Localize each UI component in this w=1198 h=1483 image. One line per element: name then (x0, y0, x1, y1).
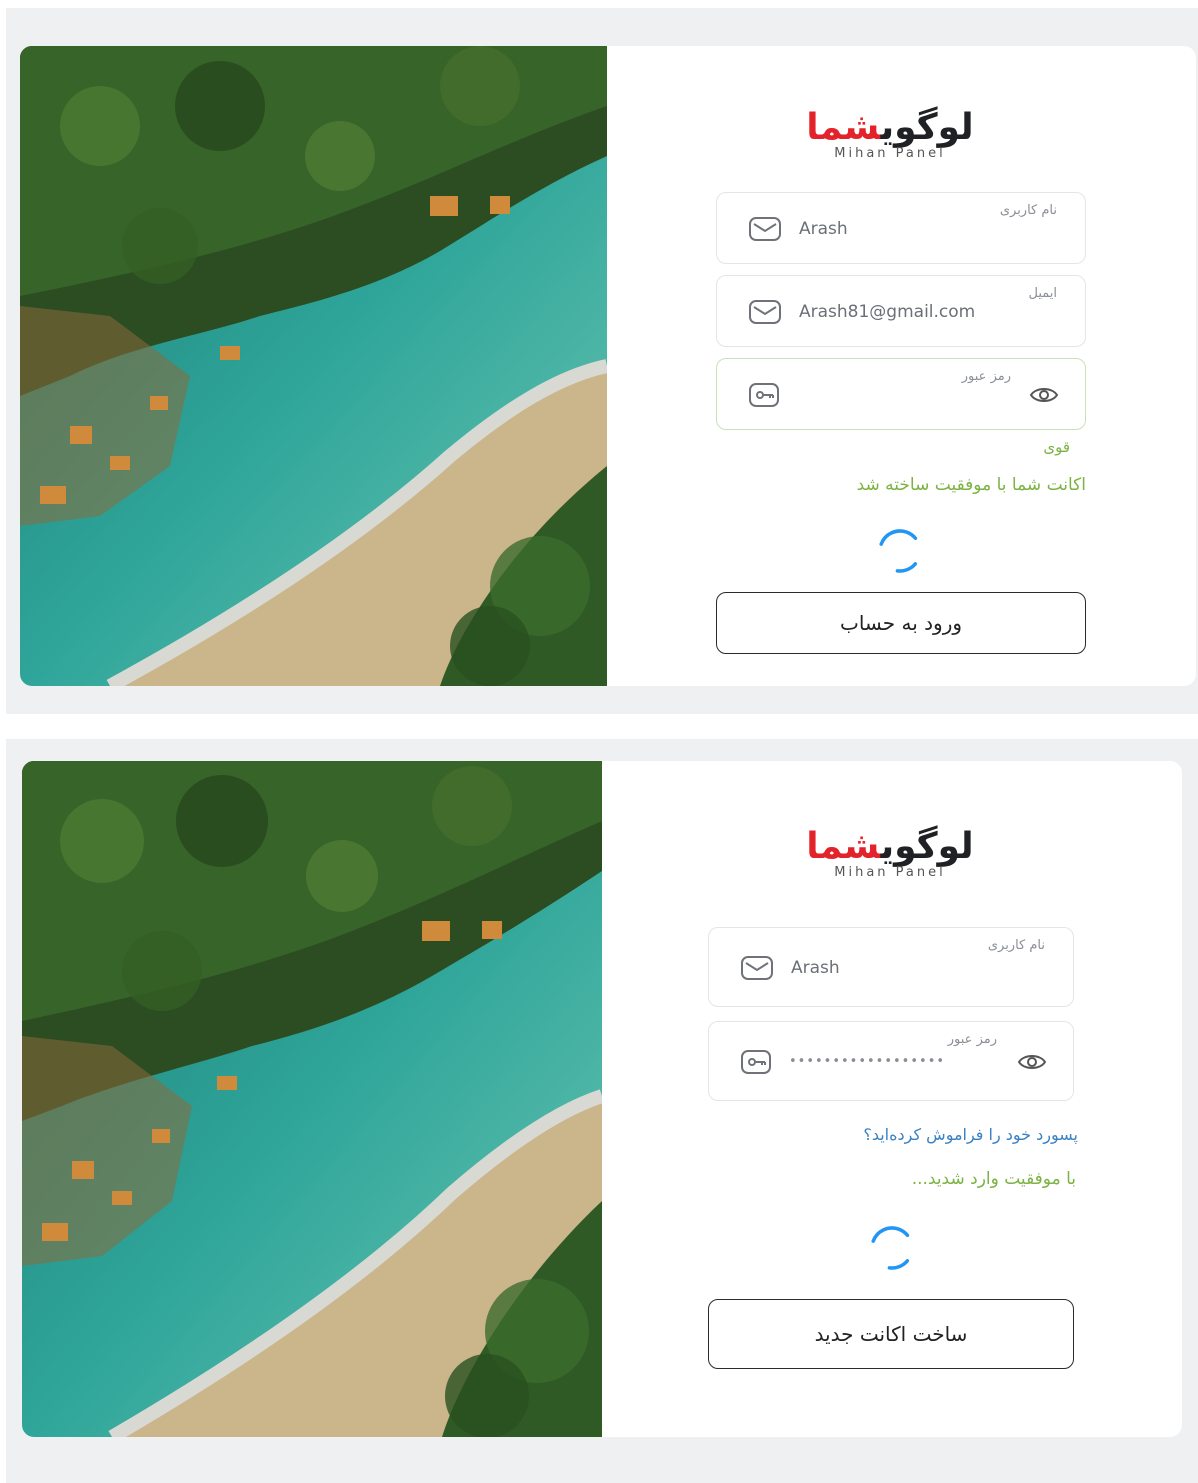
envelope-icon (749, 300, 781, 324)
login-screen: لوگویشما Mihan Panel نام کاربری Arash رم… (6, 739, 1198, 1483)
email-value: Arash81@gmail.com (799, 302, 976, 322)
email-label: ایمیل (1028, 286, 1057, 301)
password-label: رمز عبور (961, 369, 1011, 384)
logo: لوگویشما Mihan Panel (790, 106, 990, 161)
logo: لوگویشما Mihan Panel (790, 825, 990, 880)
logo-subtitle: Mihan Panel (834, 865, 946, 880)
username-field[interactable]: نام کاربری Arash (708, 927, 1074, 1007)
username-label: نام کاربری (999, 203, 1057, 218)
login-account-button[interactable]: ورود به حساب (716, 592, 1086, 654)
register-card: لوگویشما Mihan Panel نام کاربری Arash ای… (20, 46, 1196, 686)
password-field[interactable]: رمز عبور •••••••••••••••••• (708, 1021, 1074, 1101)
envelope-icon (749, 217, 781, 241)
username-field[interactable]: نام کاربری Arash (716, 192, 1086, 264)
success-message: اکانت شما با موفقیت ساخته شد (856, 475, 1086, 495)
key-icon (749, 383, 779, 407)
eye-icon[interactable] (1029, 384, 1059, 406)
email-field[interactable]: ایمیل Arash81@gmail.com (716, 275, 1086, 347)
aerial-beach-photo (22, 761, 602, 1437)
username-label: نام کاربری (987, 938, 1045, 953)
logo-text-main: لوگوی (880, 826, 974, 867)
aerial-beach-photo (20, 46, 607, 686)
username-value: Arash (799, 219, 848, 239)
key-icon (741, 1050, 771, 1074)
logo-text-accent: شما (806, 826, 881, 867)
login-card: لوگویشما Mihan Panel نام کاربری Arash رم… (22, 761, 1182, 1437)
logo-subtitle: Mihan Panel (834, 146, 946, 161)
logo-text-accent: شما (806, 107, 881, 148)
logo-text-main: لوگوی (880, 107, 974, 148)
eye-icon[interactable] (1017, 1051, 1047, 1073)
password-value: •••••••••••••••••• (789, 1054, 946, 1069)
forgot-password-link[interactable]: پسورد خود را فراموش کرده‌اید؟ (863, 1125, 1078, 1144)
password-strength: قوی (1043, 438, 1070, 456)
loading-spinner (870, 1226, 914, 1270)
password-label: رمز عبور (947, 1032, 997, 1047)
password-field[interactable]: رمز عبور (716, 358, 1086, 430)
envelope-icon (741, 956, 773, 980)
loading-spinner (878, 529, 922, 573)
username-value: Arash (791, 958, 840, 978)
register-screen: لوگویشما Mihan Panel نام کاربری Arash ای… (6, 8, 1198, 714)
create-account-button[interactable]: ساخت اکانت جدید (708, 1299, 1074, 1369)
success-message: با موفقیت وارد شدید... (911, 1169, 1076, 1189)
